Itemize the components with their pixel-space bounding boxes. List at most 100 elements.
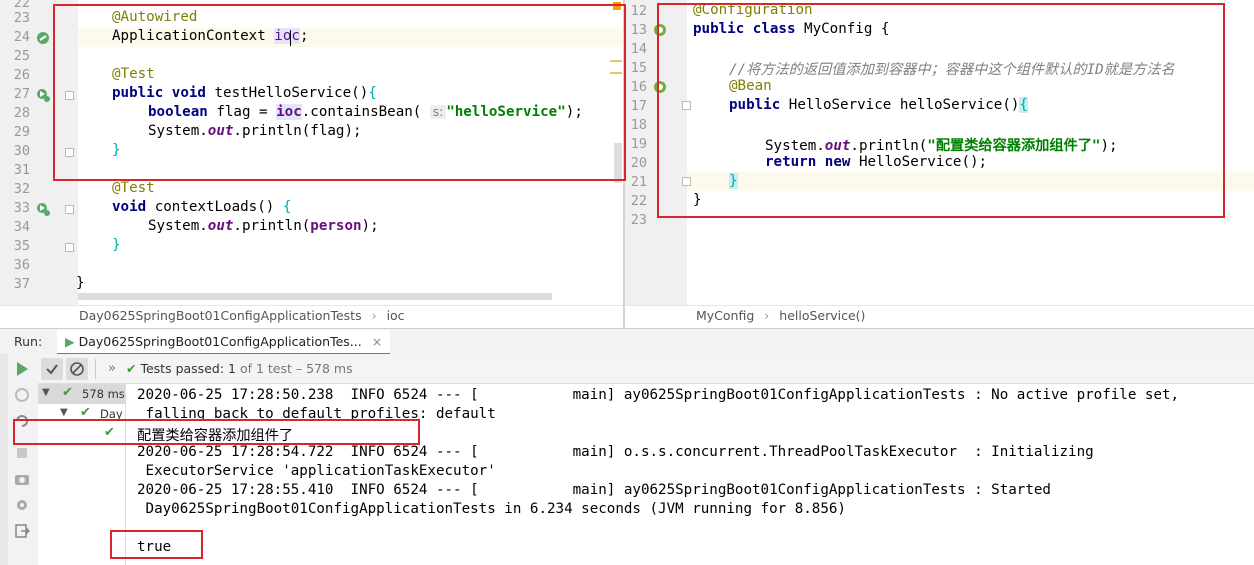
spring-bean-icon[interactable] <box>653 23 667 37</box>
code-token: i <box>274 28 283 44</box>
code-token: ); <box>361 218 379 234</box>
breadcrumb-item[interactable]: helloService() <box>779 308 865 323</box>
left-editor[interactable]: 22 23 24 25 26 27 28 29 30 31 32 33 34 3… <box>0 0 623 305</box>
console-line: falling back to default profiles: defaul… <box>137 406 496 422</box>
run-tab-icon: ▶ <box>65 334 75 349</box>
line-number: 12 <box>630 3 647 19</box>
line-number: 22 <box>630 193 647 209</box>
line-number: 26 <box>13 67 30 83</box>
toolbar-separator <box>95 359 96 379</box>
breadcrumb-item[interactable]: MyConfig <box>696 308 754 323</box>
line-number: 31 <box>13 162 30 178</box>
code-line-24: ApplicationContext ioc; <box>112 28 308 44</box>
current-line-highlight <box>687 172 1254 191</box>
code-token: ); <box>565 104 583 120</box>
run-test-icon[interactable] <box>36 202 50 216</box>
error-stripe-marker[interactable] <box>610 72 622 74</box>
code-line-30: } <box>112 142 121 158</box>
test-status: ✔ Tests passed: 1 of 1 test – 578 ms <box>126 361 353 376</box>
code-token: .println( <box>233 218 311 234</box>
rerun-failed-icon[interactable] <box>13 386 31 404</box>
code-token: person <box>310 218 362 234</box>
bean-autowired-icon[interactable] <box>36 31 50 45</box>
toggle-autotest-icon[interactable] <box>13 412 31 430</box>
console-line: 2020-06-25 17:28:55.410 INFO 6524 --- [ … <box>137 482 1051 498</box>
code-token: ApplicationContext <box>112 28 275 44</box>
console-line: 配置类给容器添加组件了 <box>137 428 294 444</box>
right-editor[interactable]: 12 13 14 15 16 17 18 19 20 21 22 23 @Con… <box>625 0 1254 305</box>
test-tree[interactable]: ▼ ✔ 578 ms ▼ ✔ Day ✔ <box>38 384 126 565</box>
console-line: true <box>137 539 172 555</box>
code-token: System. <box>148 123 208 139</box>
code-token: out <box>207 123 234 139</box>
parameter-hint: s: <box>429 105 447 119</box>
camera-icon[interactable] <box>13 470 31 488</box>
fold-marker-icon[interactable] <box>65 205 74 214</box>
line-number: 30 <box>13 143 30 159</box>
breadcrumb-item[interactable]: Day0625SpringBoot01ConfigApplicationTest… <box>79 308 362 323</box>
code-token: flag = <box>216 104 277 120</box>
check-icon: ✔ <box>104 425 115 440</box>
code-token: public <box>729 97 789 113</box>
code-line-33: void contextLoads() { <box>112 199 291 215</box>
test-status-prefix: Tests passed: <box>140 361 225 376</box>
breadcrumb-item[interactable]: ioc <box>387 308 405 323</box>
code-token: System. <box>765 138 825 154</box>
spring-bean-icon[interactable] <box>653 80 667 94</box>
close-icon[interactable]: × <box>366 334 382 349</box>
show-ignored-toggle[interactable] <box>66 358 88 380</box>
code-token: "helloService" <box>446 104 566 120</box>
console-line: 2020-06-25 17:28:50.238 INFO 6524 --- [ … <box>137 387 1180 403</box>
show-passed-toggle[interactable] <box>41 358 63 380</box>
code-line-37: } <box>76 275 85 291</box>
tree-item[interactable]: Day <box>100 407 123 421</box>
code-line-20: return new HelloService(); <box>765 154 987 170</box>
code-token: return new <box>765 154 859 170</box>
tree-expand-icon[interactable]: ▼ <box>60 407 68 418</box>
code-token: HelloService helloService() <box>788 97 1020 113</box>
code-line-21: } <box>729 173 738 189</box>
line-number: 29 <box>13 124 30 140</box>
rerun-icon[interactable] <box>13 360 31 378</box>
code-token: void <box>112 199 155 215</box>
code-line-17: public HelloService helloService(){ <box>729 97 1028 113</box>
scrollbar-thumb[interactable] <box>614 143 622 183</box>
fold-marker-icon[interactable] <box>65 91 74 100</box>
test-status-count: 1 <box>228 361 236 376</box>
tree-expand-icon[interactable]: ▼ <box>42 387 50 398</box>
settings-icon[interactable] <box>13 496 31 514</box>
check-icon <box>46 364 58 375</box>
code-line-26: @Test <box>112 66 155 82</box>
exit-icon[interactable] <box>13 522 31 540</box>
stop-icon[interactable] <box>13 444 31 462</box>
check-icon: ✔ <box>80 405 91 420</box>
code-token: { <box>1019 97 1028 113</box>
code-token: contextLoads() <box>154 199 283 215</box>
line-number: 37 <box>13 276 30 292</box>
error-stripe-marker[interactable] <box>610 60 622 62</box>
code-token: .println( <box>850 138 928 154</box>
console-line: 2020-06-25 17:28:54.722 INFO 6524 --- [ … <box>137 444 1094 460</box>
run-test-icon[interactable] <box>36 88 50 102</box>
expand-chevron-icon[interactable]: » <box>108 361 116 376</box>
fold-marker-icon[interactable] <box>682 177 691 186</box>
run-side-toolbar <box>0 354 8 565</box>
run-tab[interactable]: ▶ Day0625SpringBoot01ConfigApplicationTe… <box>57 330 391 355</box>
code-token: oc <box>282 28 300 44</box>
code-token: .containsBean( <box>301 104 430 120</box>
line-number: 23 <box>13 10 30 26</box>
console-output[interactable]: 2020-06-25 17:28:50.238 INFO 6524 --- [ … <box>126 384 1254 565</box>
fold-marker-icon[interactable] <box>65 243 74 252</box>
code-line-19: System.out.println("配置类给容器添加组件了"); <box>765 135 1118 155</box>
fold-marker-icon[interactable] <box>65 148 74 157</box>
fold-marker-icon[interactable] <box>682 101 691 110</box>
line-number: 15 <box>630 60 647 76</box>
code-token: System. <box>148 218 208 234</box>
line-number: 18 <box>630 117 647 133</box>
line-number: 19 <box>630 136 647 152</box>
breadcrumb-separator-icon: › <box>764 308 770 323</box>
error-stripe-marker[interactable] <box>613 2 621 10</box>
horizontal-scrollbar[interactable] <box>78 293 552 300</box>
code-token: MyConfig { <box>804 21 890 37</box>
code-line-28: boolean flag = ioc.containsBean( s: "hell… <box>148 104 583 120</box>
